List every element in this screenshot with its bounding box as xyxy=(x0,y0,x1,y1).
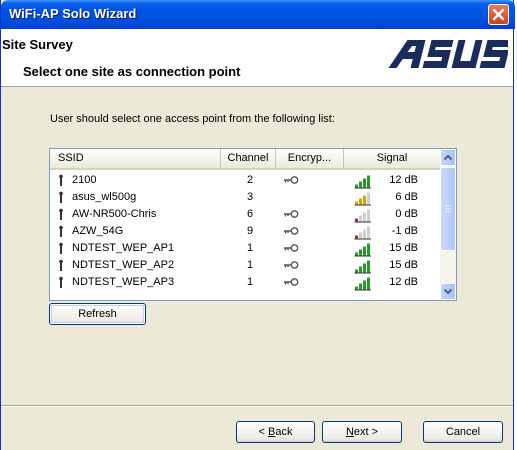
signal-strength-icon xyxy=(354,175,371,189)
signal-cell: -1 dB xyxy=(391,225,418,237)
channel-cell: 3 xyxy=(246,191,254,203)
signal-cell: 15 dB xyxy=(389,259,418,271)
next-button[interactable]: Next > xyxy=(322,421,402,443)
title-bar[interactable]: WiFi-AP Solo Wizard xyxy=(1,0,515,29)
next-button-hotkey: N xyxy=(345,426,354,438)
chevron-down-icon xyxy=(443,288,453,295)
key-icon xyxy=(284,176,299,184)
scroll-down-button[interactable] xyxy=(440,283,456,300)
channel-cell: 1 xyxy=(246,242,254,254)
asus-logo xyxy=(388,40,508,68)
column-header-signal[interactable]: Signal xyxy=(344,149,440,168)
scroll-thumb[interactable] xyxy=(440,167,456,251)
key-icon xyxy=(284,261,299,269)
signal-strength-icon xyxy=(354,192,371,206)
signal-cell: 12 dB xyxy=(389,276,418,288)
access-point-icon xyxy=(59,242,63,254)
close-icon xyxy=(492,8,505,21)
signal-strength-icon xyxy=(354,226,371,240)
signal-cell: 0 dB xyxy=(395,208,418,220)
vertical-scrollbar[interactable] xyxy=(440,149,456,300)
access-point-icon xyxy=(59,208,63,220)
footer-separator xyxy=(1,405,513,407)
access-point-list[interactable]: SSID Channel Encryp... Signal 2100 2 12 dB… xyxy=(49,148,457,301)
key-icon xyxy=(284,227,299,235)
list-item[interactable]: asus_wl500g 3 6 dB xyxy=(50,189,440,206)
scroll-up-button[interactable] xyxy=(440,149,456,166)
ssid-cell: NDTEST_WEP_AP1 xyxy=(72,242,175,254)
ssid-cell: NDTEST_WEP_AP3 xyxy=(72,276,175,288)
signal-cell: 15 dB xyxy=(389,242,418,254)
list-item[interactable]: AZW_54G 9 -1 dB xyxy=(50,223,440,240)
chevron-up-icon xyxy=(443,154,453,161)
next-button-label: ext > xyxy=(353,426,379,438)
access-point-icon xyxy=(59,276,63,288)
list-item[interactable]: NDTEST_WEP_AP3 1 12 dB xyxy=(50,274,440,291)
access-point-icon xyxy=(59,174,63,186)
list-item[interactable]: 2100 2 12 dB xyxy=(50,172,440,189)
back-button[interactable]: < Back xyxy=(236,421,315,443)
channel-cell: 1 xyxy=(246,259,254,271)
key-icon xyxy=(284,244,299,252)
channel-cell: 1 xyxy=(246,276,254,288)
key-icon xyxy=(284,278,299,286)
ssid-cell: 2100 xyxy=(72,174,97,186)
signal-cell: 12 dB xyxy=(389,174,418,186)
channel-cell: 9 xyxy=(246,225,254,237)
signal-strength-icon xyxy=(354,277,371,291)
column-header-ssid[interactable]: SSID xyxy=(50,149,221,168)
page-subtitle: Select one site as connection point xyxy=(23,64,241,79)
signal-strength-icon xyxy=(354,209,371,223)
grip-icon xyxy=(445,205,451,213)
cancel-button[interactable]: Cancel xyxy=(423,421,503,443)
column-header-encryption[interactable]: Encryp... xyxy=(276,149,344,168)
ssid-cell: asus_wl500g xyxy=(72,191,137,203)
page-title: Site Survey xyxy=(2,37,73,52)
list-item[interactable]: NDTEST_WEP_AP2 1 15 dB xyxy=(50,257,440,274)
back-button-prefix: < xyxy=(258,426,268,438)
list-item[interactable]: AW-NR500-Chris 6 0 dB xyxy=(50,206,440,223)
close-button[interactable] xyxy=(488,4,509,25)
access-point-icon xyxy=(59,259,63,271)
wizard-window: WiFi-AP Solo Wizard Site Survey Select o… xyxy=(0,0,515,450)
list-header: SSID Channel Encryp... Signal xyxy=(50,149,440,170)
access-point-icon xyxy=(59,225,63,237)
column-header-channel[interactable]: Channel xyxy=(221,149,276,168)
ssid-cell: NDTEST_WEP_AP2 xyxy=(72,259,175,271)
signal-strength-icon xyxy=(354,243,371,257)
back-button-label: ack xyxy=(275,426,293,438)
channel-cell: 6 xyxy=(246,208,254,220)
access-point-icon xyxy=(59,191,63,203)
instruction-text: User should select one access point from… xyxy=(50,113,335,125)
signal-cell: 6 dB xyxy=(395,191,418,203)
list-item[interactable]: NDTEST_WEP_AP1 1 15 dB xyxy=(50,240,440,257)
wizard-header: Site Survey Select one site as connectio… xyxy=(1,29,513,87)
signal-strength-icon xyxy=(354,260,371,274)
ssid-cell: AW-NR500-Chris xyxy=(72,208,157,220)
refresh-button[interactable]: Refresh xyxy=(49,303,146,325)
window-title: WiFi-AP Solo Wizard xyxy=(9,6,137,21)
key-icon xyxy=(284,210,299,218)
ssid-cell: AZW_54G xyxy=(72,225,124,237)
channel-cell: 2 xyxy=(246,174,254,186)
